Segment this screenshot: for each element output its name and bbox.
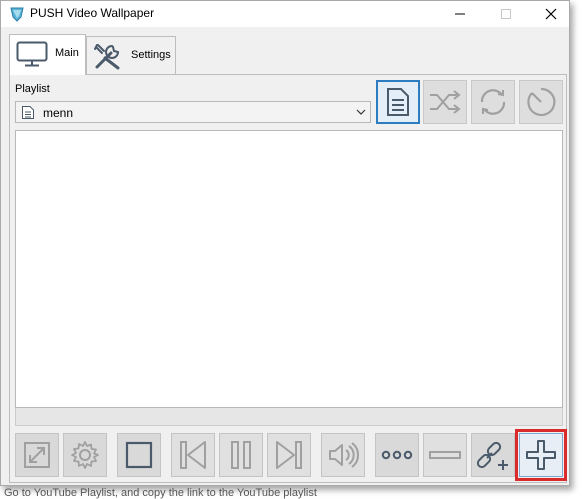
app-logo-icon [10,7,24,22]
repeat-icon [480,89,506,115]
close-button[interactable] [529,1,573,27]
tab-settings[interactable]: Settings [86,36,176,74]
progress-bar [15,408,563,426]
minus-icon [429,451,461,459]
ellipsis-icon [381,450,413,460]
tools-icon [94,44,120,70]
monitor-icon [16,41,48,67]
playlist-items-list[interactable] [15,130,563,408]
playlist-label: Playlist [15,83,50,95]
title-bar[interactable]: PUSH Video Wallpaper [1,1,569,27]
minimize-icon [455,13,465,15]
repeat-button[interactable] [471,80,515,124]
pause-button[interactable] [219,433,263,477]
more-button[interactable] [375,433,419,477]
stop-button[interactable] [117,433,161,477]
pause-icon [231,441,251,469]
previous-button[interactable] [171,433,215,477]
expand-icon [24,442,50,468]
add-link-button[interactable] [471,433,515,477]
maximize-button[interactable] [484,1,528,27]
document-icon [22,106,34,119]
timer-button[interactable] [519,80,563,124]
fullscreen-button[interactable] [15,433,59,477]
plus-icon [526,440,556,470]
settings-button[interactable] [63,433,107,477]
timer-icon [527,87,556,117]
minimize-button[interactable] [438,1,482,27]
close-icon [545,8,557,20]
tab-main-label: Main [55,47,79,59]
skip-previous-icon [180,441,206,469]
remove-button[interactable] [423,433,467,477]
tab-main[interactable]: Main [9,34,86,75]
chevron-down-icon [356,109,366,115]
playlist-button[interactable] [376,80,420,124]
document-icon [387,88,409,116]
add-file-button[interactable] [515,429,567,481]
link-add-icon [476,441,508,470]
shuffle-icon [430,90,461,114]
skip-next-icon [276,441,302,469]
playlist-dropdown[interactable]: menn [15,101,371,123]
gear-icon [71,441,99,469]
playlist-selected-value: menn [43,106,74,120]
window-title: PUSH Video Wallpaper [30,6,155,20]
background-page-text: Go to YouTube Playlist, and copy the lin… [4,487,317,499]
maximize-icon [501,9,511,19]
tab-settings-label: Settings [131,49,171,61]
app-window: PUSH Video Wallpaper Main Settings Playl… [0,0,570,486]
volume-icon [329,442,359,468]
next-button[interactable] [267,433,311,477]
shuffle-button[interactable] [423,80,467,124]
stop-icon [125,441,153,469]
volume-button[interactable] [321,433,365,477]
